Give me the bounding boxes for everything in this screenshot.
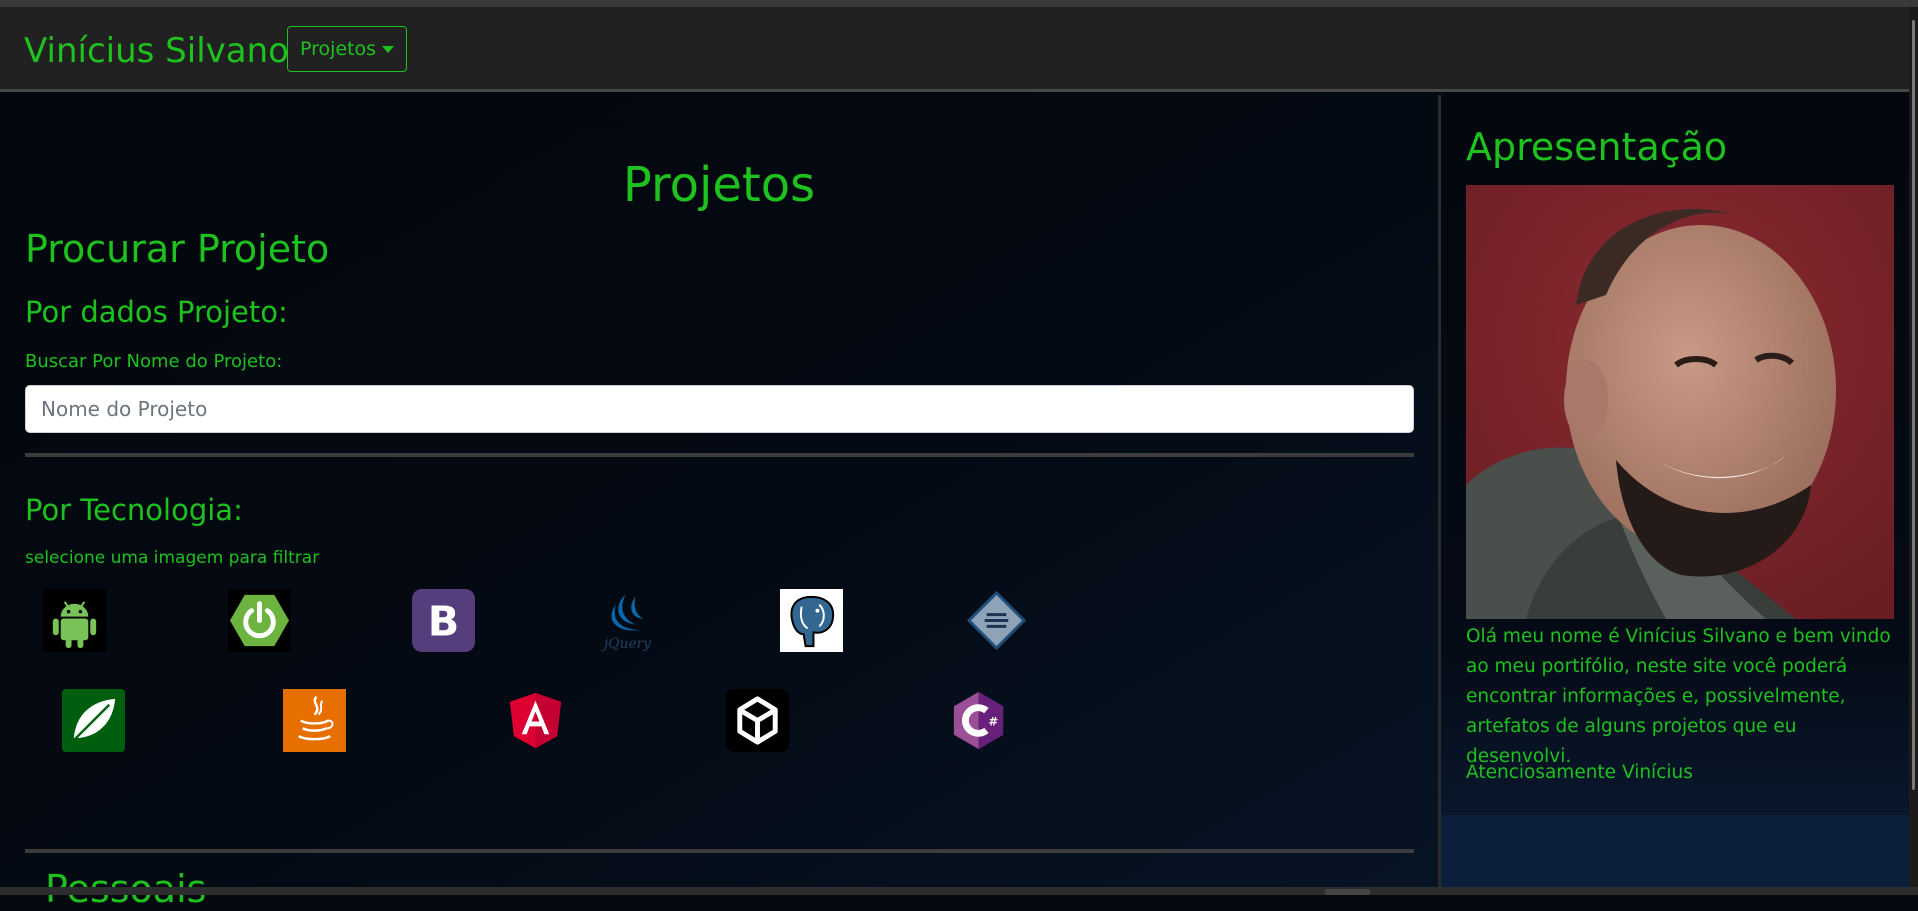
presentation-text: Olá meu nome é Vinícius Silvano e bem vi… (1466, 626, 1891, 767)
unity-icon[interactable] (726, 689, 789, 752)
bottom-bar-handle (1325, 889, 1370, 895)
navbar: Vinícius Silvano Projetos (0, 7, 1918, 92)
svg-text:#: # (988, 714, 998, 728)
thymeleaf-icon[interactable] (62, 689, 125, 752)
by-data-heading: Por dados Projeto: (25, 295, 288, 329)
search-heading: Procurar Projeto (25, 227, 330, 271)
main-content: Projetos Procurar Projeto Por dados Proj… (0, 95, 1438, 911)
brand-link[interactable]: Vinícius Silvano (24, 31, 289, 71)
sidebar-lower-panel (1441, 815, 1917, 887)
tech-filter-hint: selecione uma imagem para filtrar (25, 548, 320, 568)
java-icon[interactable] (283, 689, 346, 752)
project-name-label: Buscar Por Nome do Projeto: (25, 351, 283, 372)
signature: Atenciosamente Vinícius (1466, 762, 1693, 783)
project-name-input[interactable] (25, 385, 1414, 433)
projects-dropdown-button[interactable]: Projetos (287, 26, 407, 72)
divider (25, 849, 1414, 853)
angular-icon[interactable] (504, 689, 567, 752)
svg-text:B: B (428, 597, 460, 645)
csharp-icon[interactable]: # (947, 689, 1010, 752)
divider (25, 453, 1414, 457)
netbeans-icon[interactable] (965, 589, 1028, 652)
jquery-icon[interactable]: jQuery (596, 589, 659, 652)
caret-down-icon (382, 45, 395, 53)
bottom-bar (0, 887, 1918, 895)
projects-dropdown-label: Projetos (299, 38, 377, 60)
spring-icon[interactable] (228, 589, 291, 652)
profile-photo (1466, 185, 1894, 619)
page-title: Projetos (622, 157, 816, 213)
svg-text:jQuery: jQuery (601, 636, 651, 652)
sidebar-title: Apresentação (1466, 125, 1728, 169)
scrollbar-thumb[interactable] (1912, 20, 1915, 790)
window-top-strip (0, 0, 1918, 7)
android-icon[interactable] (43, 589, 106, 652)
by-tech-heading: Por Tecnologia: (25, 493, 243, 527)
bootstrap-icon[interactable]: B (412, 589, 475, 652)
sidebar-presentation: Apresentação Olá meu nome é Vinícius Sil… (1438, 95, 1917, 887)
postgresql-icon[interactable] (780, 589, 843, 652)
